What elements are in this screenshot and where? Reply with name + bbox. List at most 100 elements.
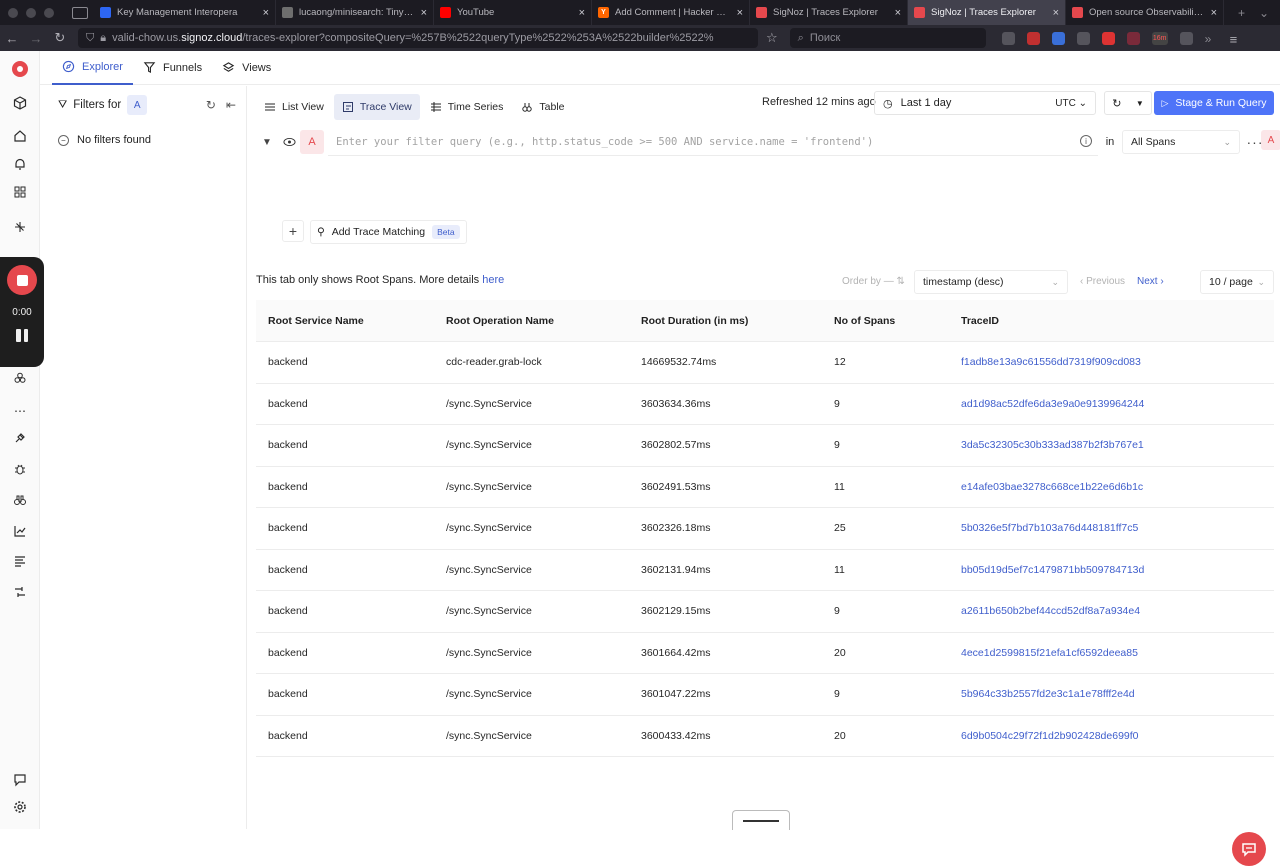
- close-tab-icon[interactable]: ×: [263, 7, 269, 19]
- home-icon[interactable]: [12, 128, 28, 144]
- order-by-select[interactable]: timestamp (desc) ⌄: [914, 270, 1068, 294]
- browser-tab[interactable]: lucaong/minisearch: Tiny an ×: [276, 0, 434, 25]
- browser-search-field[interactable]: ⌕ Поиск: [789, 28, 986, 48]
- query-letter-tag[interactable]: A: [1261, 130, 1280, 150]
- close-tab-icon[interactable]: ×: [895, 7, 901, 19]
- trace-id-link[interactable]: e14afe03bae3278c668ce1b22e6d6b1c: [949, 481, 1274, 493]
- span-scope-select[interactable]: All Spans ⌄: [1122, 130, 1240, 154]
- trace-id-link[interactable]: bb05d19d5ef7c1479871bb509784713d: [949, 564, 1274, 576]
- table-row[interactable]: backend/sync.SyncService 3601047.22ms 9 5b9…: [256, 674, 1274, 716]
- chart-icon[interactable]: [12, 523, 28, 539]
- youtube-extension-icon[interactable]: [1101, 31, 1115, 45]
- pause-icon[interactable]: [16, 329, 28, 342]
- table-row[interactable]: backend/sync.SyncService 3602802.57ms 9 3da…: [256, 425, 1274, 467]
- download-icon[interactable]: [1001, 31, 1015, 45]
- chat-support-icon[interactable]: [12, 772, 28, 788]
- window-controls[interactable]: [0, 7, 70, 18]
- collapse-panel-icon[interactable]: ⇤: [226, 98, 236, 112]
- time-range-picker[interactable]: ◷ Last 1 day UTC ⌄: [874, 91, 1096, 115]
- browser-tab[interactable]: Open source Observability P ×: [1066, 0, 1224, 25]
- refresh-button[interactable]: ↻ ▼: [1104, 91, 1152, 115]
- back-icon[interactable]: ←: [0, 31, 24, 46]
- extension-icon[interactable]: [1076, 31, 1090, 45]
- trace-id-link[interactable]: ad1d98ac52dfe6da3e9a0e9139964244: [949, 398, 1274, 410]
- close-tab-icon[interactable]: ×: [1053, 7, 1059, 19]
- plug-icon[interactable]: [12, 430, 28, 446]
- bug-icon[interactable]: [12, 461, 28, 477]
- more-icon[interactable]: ⋯: [12, 403, 28, 419]
- abp-extension-icon[interactable]: [1026, 31, 1040, 45]
- chat-widget-button[interactable]: [1232, 832, 1266, 866]
- bottom-drawer-handle[interactable]: [732, 810, 790, 830]
- close-tab-icon[interactable]: ×: [421, 7, 427, 19]
- sync-icon[interactable]: ↻: [206, 98, 216, 112]
- trace-id-link[interactable]: 4ece1d2599815f21efa1cf6592deea85: [949, 647, 1274, 659]
- bookmark-star-icon[interactable]: ☆: [766, 30, 778, 46]
- table-view-button[interactable]: Table: [513, 94, 572, 120]
- trace-id-link[interactable]: 5b0326e5f7bd7b103a76d448181ff7c5: [949, 522, 1274, 534]
- extension-icon[interactable]: [1126, 31, 1140, 45]
- dashboards-icon[interactable]: [12, 184, 28, 200]
- table-row[interactable]: backend/sync.SyncService 3603634.36ms 9 ad1…: [256, 384, 1274, 425]
- integrations-icon[interactable]: [12, 370, 28, 386]
- trace-id-link[interactable]: 6d9b0504c29f72f1d2b902428de699f0: [949, 730, 1274, 742]
- forward-icon[interactable]: →: [24, 31, 48, 46]
- address-bar[interactable]: ⛉ 🔒︎ valid-chow.us.signoz.cloud/traces-e…: [78, 28, 758, 48]
- stop-recording-button[interactable]: [7, 265, 37, 295]
- more-details-link[interactable]: here: [482, 274, 504, 286]
- list-view-button[interactable]: List View: [256, 94, 332, 120]
- table-row[interactable]: backend/sync.SyncService 3601664.42ms 20 4e…: [256, 633, 1274, 674]
- signoz-logo[interactable]: [12, 61, 28, 77]
- page-size-select[interactable]: 10 / page ⌄: [1200, 270, 1274, 294]
- sparkle-icon[interactable]: [12, 219, 28, 235]
- table-row[interactable]: backend/sync.SyncService 3602131.94ms 11 bb…: [256, 550, 1274, 591]
- time-series-button[interactable]: Time Series: [422, 94, 512, 120]
- cube-icon[interactable]: [12, 95, 28, 111]
- browser-tab[interactable]: SigNoz | Traces Explorer ×: [908, 0, 1066, 25]
- chevron-down-icon[interactable]: ▼: [1136, 99, 1144, 108]
- trace-id-link[interactable]: 5b964c33b2557fd2e3c1a1e78fff2e4d: [949, 688, 1274, 700]
- extension-icon[interactable]: [1051, 31, 1065, 45]
- stage-run-query-button[interactable]: ▷ Stage & Run Query: [1154, 91, 1274, 115]
- alerts-icon[interactable]: [12, 156, 28, 172]
- tab-explorer[interactable]: Explorer: [52, 51, 133, 85]
- trace-id-link[interactable]: f1adb8e13a9c61556dd7319f909cd083: [949, 356, 1274, 368]
- previous-page-button[interactable]: ‹ Previous: [1080, 276, 1125, 287]
- binoculars-icon[interactable]: [12, 492, 28, 508]
- reload-icon[interactable]: ↻: [48, 30, 72, 46]
- close-tab-icon[interactable]: ×: [1211, 7, 1217, 19]
- collapse-query-icon[interactable]: ▼: [256, 137, 278, 148]
- new-tab-icon[interactable]: +: [1238, 6, 1245, 20]
- menu-icon[interactable]: ≡: [1230, 32, 1243, 47]
- logs-icon[interactable]: [12, 553, 28, 569]
- add-trace-matching-button[interactable]: ⚲ Add Trace Matching Beta: [310, 220, 467, 244]
- timer-extension-icon[interactable]: 16m: [1151, 31, 1168, 45]
- info-icon[interactable]: i: [1080, 135, 1092, 147]
- browser-tab[interactable]: SigNoz | Traces Explorer ×: [750, 0, 908, 25]
- sidebar-icon[interactable]: [1179, 31, 1193, 45]
- settings-gear-icon[interactable]: [12, 799, 28, 815]
- close-tab-icon[interactable]: ×: [737, 7, 743, 19]
- overflow-icon[interactable]: »: [1205, 32, 1218, 46]
- refresh-icon[interactable]: ↻: [1112, 97, 1121, 110]
- browser-tab[interactable]: Y Add Comment | Hacker News ×: [592, 0, 750, 25]
- add-query-button[interactable]: +: [282, 220, 304, 242]
- close-tab-icon[interactable]: ×: [579, 7, 585, 19]
- tab-overview-icon[interactable]: [72, 6, 88, 19]
- next-page-button[interactable]: Next ›: [1137, 276, 1164, 287]
- trace-id-link[interactable]: 3da5c32305c30b333ad387b2f3b767e1: [949, 439, 1274, 451]
- tab-views[interactable]: Views: [212, 51, 281, 85]
- timezone-label[interactable]: UTC ⌄: [1055, 98, 1087, 109]
- table-row[interactable]: backend/sync.SyncService 3602326.18ms 25 5b…: [256, 508, 1274, 550]
- table-row[interactable]: backend/sync.SyncService 3602129.15ms 9 a26…: [256, 591, 1274, 633]
- filter-query-input[interactable]: Enter your filter query (e.g., http.stat…: [328, 128, 1098, 156]
- browser-tab[interactable]: YouTube ×: [434, 0, 592, 25]
- eye-icon[interactable]: [278, 137, 300, 147]
- trace-view-button[interactable]: Trace View: [333, 94, 420, 120]
- tab-list-icon[interactable]: ⌄: [1259, 6, 1269, 20]
- browser-tab[interactable]: Key Management Interopera ×: [94, 0, 276, 25]
- filter-query-selector[interactable]: A: [127, 95, 148, 115]
- trace-id-link[interactable]: a2611b650b2bef44ccd52df8a7a934e4: [949, 605, 1274, 617]
- table-row[interactable]: backend/sync.SyncService 3602491.53ms 11 e1…: [256, 467, 1274, 508]
- table-row[interactable]: backend cdc-reader.grab-lock 14669532.74ms…: [256, 342, 1274, 384]
